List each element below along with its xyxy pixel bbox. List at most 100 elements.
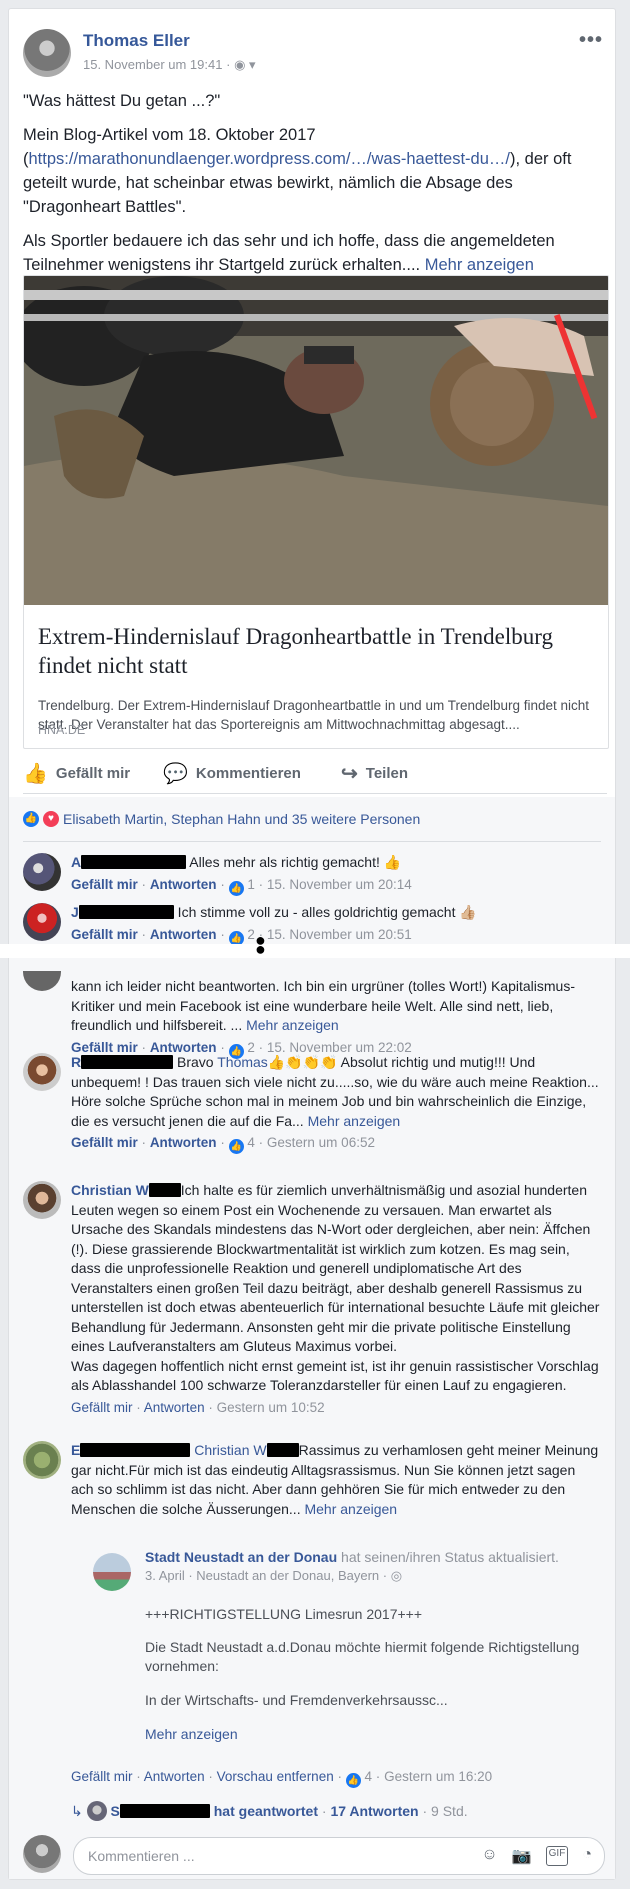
commenter-name[interactable]: J xyxy=(71,904,79,920)
comment-text: Ich halte es für ziemlich unverhältnismä… xyxy=(71,1182,600,1354)
comment-reply-link[interactable]: Antworten xyxy=(144,1769,205,1784)
replier-avatar[interactable] xyxy=(86,1801,107,1821)
commenter-avatar[interactable] xyxy=(23,903,61,941)
reactions-text: Elisabeth Martin, Stephan Hahn und 35 we… xyxy=(63,811,421,827)
commenter-name[interactable]: R xyxy=(71,1054,81,1070)
viewer-avatar[interactable] xyxy=(23,1835,61,1873)
page-name[interactable]: Stadt Neustadt an der Donau xyxy=(145,1549,337,1565)
comment-button[interactable]: 💬 Kommentieren xyxy=(163,761,301,786)
camera-icon[interactable]: 📷 xyxy=(512,1846,532,1866)
comment-reply-link[interactable]: Antworten xyxy=(150,877,217,892)
reactions-summary[interactable]: 👍 ♥ Elisabeth Martin, Stephan Hahn und 3… xyxy=(23,811,420,827)
like-count[interactable]: 4 xyxy=(247,1135,255,1150)
comment-meta: Gefällt mir · Antworten · Gestern um 10:… xyxy=(71,1398,601,1418)
shared-line-3: In der Wirtschafts- und Fremdenverkehrsa… xyxy=(145,1692,448,1708)
redacted-name xyxy=(78,905,174,919)
emoji-icon[interactable]: ☺ xyxy=(481,1846,497,1866)
comment-text: Ich stimme voll zu - alles goldrichtig g… xyxy=(173,904,477,920)
dot: · xyxy=(422,1803,428,1819)
comment-reply-link[interactable]: Antworten xyxy=(150,927,217,942)
author-name[interactable]: Thomas Eller xyxy=(83,31,190,51)
reply-time[interactable]: 9 Std. xyxy=(431,1803,468,1819)
post-meta: 15. November um 19:41 · ◉ ▾ xyxy=(83,57,256,73)
commenter-name[interactable]: Christian W xyxy=(71,1182,149,1198)
gif-icon[interactable]: GIF xyxy=(545,1846,569,1866)
comment-time[interactable]: 15. November um 20:14 xyxy=(267,877,412,892)
privacy-icon[interactable]: ◉ ▾ xyxy=(234,57,255,72)
dot: · xyxy=(141,876,147,892)
more-options-icon[interactable]: ••• xyxy=(579,29,603,52)
comment-time[interactable]: Gestern um 06:52 xyxy=(267,1135,375,1150)
comment-like-link[interactable]: Gefällt mir xyxy=(71,1769,133,1784)
like-count[interactable]: 4 xyxy=(365,1769,373,1784)
comment-like-link[interactable]: Gefällt mir xyxy=(71,927,138,942)
dot: · xyxy=(141,926,147,942)
comment-meta: Gefällt mir · Antworten · Vorschau entfe… xyxy=(71,1767,601,1788)
comment-reply-link[interactable]: Antworten xyxy=(150,1135,217,1150)
comment-time[interactable]: 15. November um 20:51 xyxy=(267,927,412,942)
globe-icon: ◎ xyxy=(390,1568,403,1583)
article-photo[interactable] xyxy=(24,276,608,605)
shared-see-more-link[interactable]: Mehr anzeigen xyxy=(145,1726,585,1742)
see-more-link[interactable]: Mehr anzeigen xyxy=(304,1501,397,1517)
share-button[interactable]: ↪ Teilen xyxy=(341,761,408,786)
comment-like-link[interactable]: Gefällt mir xyxy=(71,1400,133,1415)
post-paragraph-1: "Was hättest Du getan ...?" xyxy=(23,92,221,110)
comment-meta: Gefällt mir · Antworten · 👍 4 · Gestern … xyxy=(71,1133,601,1154)
commenter-name[interactable]: A xyxy=(71,854,81,870)
like-button[interactable]: 👍 Gefällt mir xyxy=(23,761,130,786)
mention-link[interactable]: Christian W xyxy=(190,1442,266,1458)
link-preview-card[interactable]: Extrem-Hindernislauf Dragonheartbattle i… xyxy=(23,275,609,749)
dot: · xyxy=(337,1769,342,1784)
status-text: hat seinen/ihren Status aktualisiert. xyxy=(337,1549,559,1565)
comment-time[interactable]: Gestern um 10:52 xyxy=(217,1400,325,1415)
mention-link[interactable]: Thomas xyxy=(217,1054,268,1070)
blog-link[interactable]: https://marathonundlaenger.wordpress.com… xyxy=(29,150,511,168)
like-count[interactable]: 2 xyxy=(247,927,255,942)
comment-placeholder: Kommentieren ... xyxy=(88,1848,195,1864)
replied-text[interactable]: hat geantwortet xyxy=(210,1803,318,1819)
see-more-link[interactable]: Mehr anzeigen xyxy=(308,1113,401,1129)
commenter-avatar[interactable] xyxy=(23,1053,61,1091)
redacted-name xyxy=(80,1443,191,1457)
see-more-link[interactable]: Mehr anzeigen xyxy=(425,256,534,274)
screenshot-cut-divider: ● ● xyxy=(0,931,630,958)
page-avatar[interactable] xyxy=(93,1553,131,1591)
dot: · xyxy=(258,1135,264,1150)
replier-name[interactable]: S xyxy=(111,1803,120,1819)
shared-line-1: +++RICHTIGSTELLUNG Limesrun 2017+++ xyxy=(145,1606,423,1622)
dot: · xyxy=(141,1135,147,1150)
author-avatar[interactable] xyxy=(23,29,71,77)
commenter-avatar[interactable] xyxy=(23,971,61,991)
action-bar: 👍 Gefällt mir 💬 Kommentieren ↪ Teilen xyxy=(23,757,607,794)
comment-like-link[interactable]: Gefällt mir xyxy=(71,1135,138,1150)
remove-preview-link[interactable]: Vorschau entfernen xyxy=(217,1769,334,1784)
redacted-name xyxy=(119,1804,210,1818)
love-reaction-icon: ♥ xyxy=(43,811,59,827)
comment-label: Kommentieren xyxy=(195,765,301,782)
commenter-avatar[interactable] xyxy=(23,853,61,891)
like-count[interactable]: 1 xyxy=(247,877,255,892)
commenter-avatar[interactable] xyxy=(23,1181,61,1219)
comment-like-link[interactable]: Gefällt mir xyxy=(71,877,138,892)
link-description: Trendelburg. Der Extrem-Hindernislauf Dr… xyxy=(38,698,590,732)
like-count-icon: 👍 xyxy=(345,1773,361,1788)
shared-post-date[interactable]: 3. April · Neustadt an der Donau, Bayern… xyxy=(145,1568,387,1583)
dot: · xyxy=(208,1769,213,1784)
comment-input[interactable]: Kommentieren ... ☺ 📷 GIF ◔ xyxy=(73,1837,605,1875)
post-header: Thomas Eller 15. November um 19:41 · ◉ ▾… xyxy=(23,21,603,81)
commenter-avatar[interactable] xyxy=(23,1441,61,1479)
post-date[interactable]: 15. November um 19:41 xyxy=(83,57,222,72)
reply-count[interactable]: 17 Antworten xyxy=(330,1803,418,1819)
sticker-icon[interactable]: ◔ xyxy=(582,1846,592,1866)
commenter-name[interactable]: E xyxy=(71,1442,80,1458)
share-arrow-icon: ↪ xyxy=(341,763,358,785)
comment-time[interactable]: Gestern um 16:20 xyxy=(384,1769,492,1784)
redacted-name xyxy=(148,1183,181,1197)
cut-marker-icon: ● ● xyxy=(255,930,266,959)
post-paragraph-3: Als Sportler bedauere ich das sehr und i… xyxy=(23,229,603,277)
link-title[interactable]: Extrem-Hindernislauf Dragonheartbattle i… xyxy=(38,622,598,680)
post-paragraph-2: Mein Blog-Artikel vom 18. Oktober 2017 (… xyxy=(23,123,603,219)
comment-reply-link[interactable]: Antworten xyxy=(144,1400,205,1415)
see-more-link[interactable]: Mehr anzeigen xyxy=(246,1017,339,1033)
